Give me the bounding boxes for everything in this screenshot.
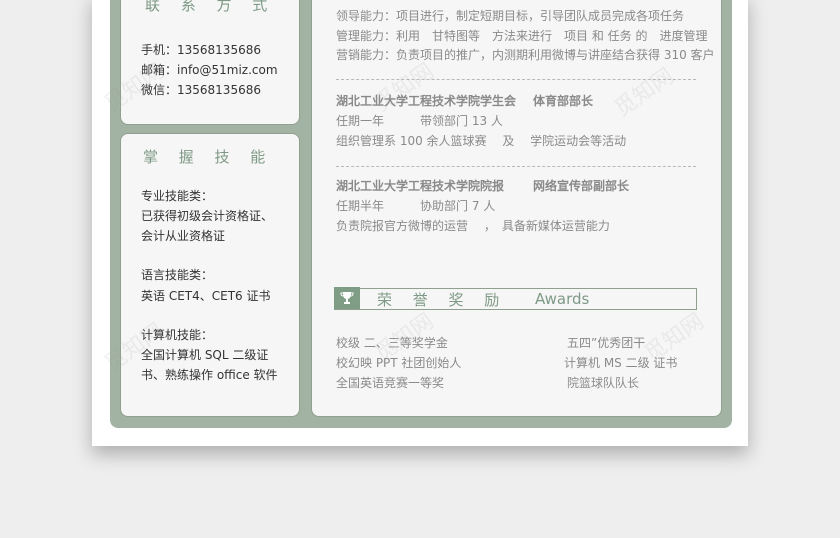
skills-line: 已获得初级会计资格证、 (141, 209, 274, 223)
skills-line: 语言技能类： (141, 268, 214, 282)
award-item: 全国英语竞赛一等奖 (336, 376, 445, 390)
experience-org: 湖北工业大学工程技术学院学生会 (336, 94, 517, 108)
experience-org: 湖北工业大学工程技术学院院报 (336, 179, 505, 193)
experience-role: 体育部部长 (533, 94, 594, 108)
skills-line: 英语 CET4、CET6 证书 (141, 289, 271, 303)
award-item: 计算机 MS 二级 证书 (564, 356, 678, 370)
experience-detail: 组织管理系 100 余人篮球赛 及 学院运动会等活动 (336, 134, 627, 148)
awards-title: 荣 誉 奖 励 (377, 291, 508, 309)
skills-line: 专业技能类： (141, 189, 214, 203)
award-item: 五四”优秀团干 (567, 336, 646, 350)
contact-wechat: 微信：13568135686 (141, 83, 261, 97)
ability-line: 领导能力：项目进行，制定短期目标，引导团队成员完成各项任务 (336, 9, 685, 23)
ability-line: 营销能力：负责项目的推广，内测期利用微博与讲座结合获得 310 客户 (336, 48, 715, 62)
skills-line: 计算机技能： (141, 328, 214, 342)
award-item: 校幻映 PPT 社团创始人 (336, 356, 462, 370)
skills-line: 书、熟练操作 office 软件 (141, 368, 278, 382)
ability-line: 管理能力：利用 甘特图等 方法来进行 项目 和 任务 的 进度管理 (336, 29, 708, 43)
award-item: 院篮球队队长 (567, 376, 640, 390)
divider (336, 79, 696, 80)
divider (336, 166, 696, 167)
experience-detail: 任期一年 带领部门 13 人 (336, 114, 503, 128)
experience-role: 网络宣传部副部长 (533, 179, 630, 193)
contact-email: 邮箱：info@51miz.com (141, 63, 278, 77)
experience-detail: 负责院报官方微博的运营 ， 具备新媒体运营能力 (336, 219, 610, 233)
award-item: 校级 二、三等奖学金 (336, 336, 448, 350)
skills-line: 全国计算机 SQL 二级证 (141, 348, 269, 362)
skills-title: 掌 握 技 能 (143, 148, 274, 166)
experience-detail: 任期半年 协助部门 7 人 (336, 199, 496, 213)
contact-phone: 手机：13568135686 (141, 43, 261, 57)
skills-line: 会计从业资格证 (141, 229, 226, 243)
awards-title-en: Awards (535, 290, 590, 308)
trophy-icon (334, 287, 360, 309)
contact-title: 联 系 方 式 (145, 0, 276, 14)
